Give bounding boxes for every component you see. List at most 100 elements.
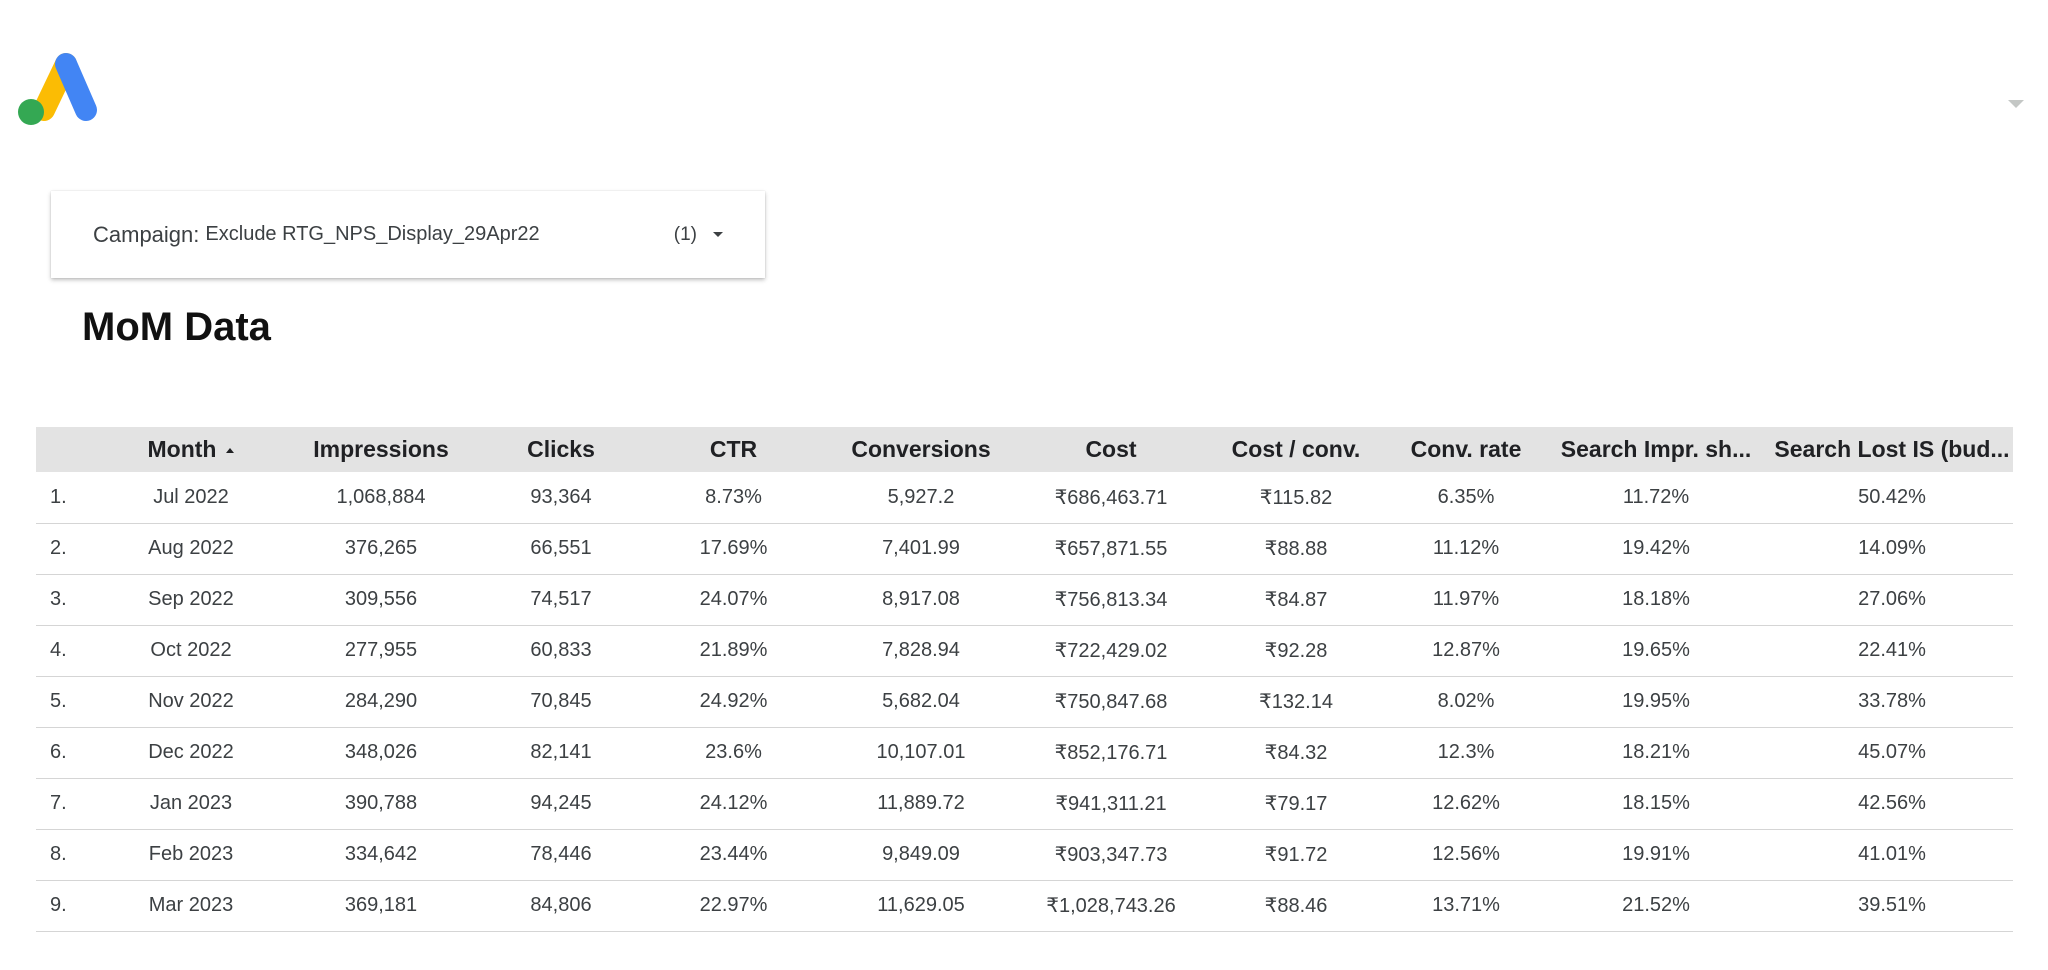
table-cell: 8,917.08 xyxy=(882,588,960,610)
table-cell: 11,629.05 xyxy=(877,894,965,916)
table-row[interactable]: 7. Jan 2023 390,788 94,245 24.12% 11,889.72 ₹9… xyxy=(36,778,2013,829)
table-cell: 22.97% xyxy=(699,894,768,916)
table-cell: 12.3% xyxy=(1437,741,1495,763)
table-cell: 21.89% xyxy=(699,639,768,661)
table-cell: 18.15% xyxy=(1622,792,1690,814)
campaign-filter-dropdown[interactable]: Campaign: Exclude RTG_NPS_Display_29Apr2… xyxy=(51,191,765,278)
table-cell: 22.41% xyxy=(1858,639,1926,661)
table-row[interactable]: 5. Nov 2022 284,290 70,845 24.92% 5,682.04 ₹75… xyxy=(36,676,2013,727)
table-cell: 17.69% xyxy=(699,537,768,559)
table-cell: 21.52% xyxy=(1622,894,1690,916)
table-cell: Feb 2023 xyxy=(148,843,234,865)
row-index: 6. xyxy=(50,741,67,763)
table-cell: 277,955 xyxy=(344,639,418,661)
table-cell: 93,364 xyxy=(530,485,592,508)
row-index: 5. xyxy=(50,690,67,712)
column-header[interactable]: Conv. rate xyxy=(1391,427,1541,472)
table-row[interactable]: 8. Feb 2023 334,642 78,446 23.44% 9,849.09 ₹90… xyxy=(36,829,2013,880)
table-cell: 18.18% xyxy=(1622,588,1690,610)
table-cell: ₹115.82 xyxy=(1259,486,1333,509)
table-cell: ₹91.72 xyxy=(1264,844,1328,866)
table-cell: 12.87% xyxy=(1432,639,1500,661)
table-cell: 39.51% xyxy=(1858,894,1926,916)
table-cell: 6.35% xyxy=(1437,485,1495,508)
table-cell: 23.44% xyxy=(699,843,768,865)
table-cell: ₹132.14 xyxy=(1259,691,1333,713)
table-cell: 369,181 xyxy=(344,894,418,916)
row-index: 9. xyxy=(50,894,67,916)
column-header[interactable]: Clicks xyxy=(476,427,646,472)
table-cell: 18.21% xyxy=(1622,741,1690,763)
table-cell: ₹1,028,743.26 xyxy=(1046,895,1176,917)
table-cell: ₹84.87 xyxy=(1264,589,1328,611)
table-cell: 45.07% xyxy=(1858,741,1926,763)
table-cell: ₹92.28 xyxy=(1264,640,1328,662)
table-row[interactable]: 3. Sep 2022 309,556 74,517 24.07% 8,917.08 ₹75… xyxy=(36,574,2013,625)
table-cell: 284,290 xyxy=(344,690,418,712)
table-cell: 11.12% xyxy=(1432,537,1500,559)
table-cell: 11.72% xyxy=(1622,485,1690,508)
table-cell: Jul 2022 xyxy=(153,485,229,508)
table-cell: ₹756,813.34 xyxy=(1054,589,1168,611)
column-header[interactable]: Search Lost IS (bud... xyxy=(1771,427,2013,472)
table-cell: 19.42% xyxy=(1622,537,1690,559)
mom-data-table: Month Impressions Clicks CTR Conversions Cost… xyxy=(36,427,2013,932)
column-header[interactable]: CTR xyxy=(646,427,821,472)
column-header[interactable] xyxy=(36,427,96,472)
column-header[interactable]: Conversions xyxy=(821,427,1021,472)
table-cell: 24.12% xyxy=(699,792,768,814)
table-body: 1. Jul 2022 1,068,884 93,364 8.73% 5,927.2 ₹68… xyxy=(36,472,2013,931)
column-header[interactable]: Cost xyxy=(1021,427,1201,472)
table-cell: ₹657,871.55 xyxy=(1054,538,1168,560)
column-header[interactable]: Search Impr. sh... xyxy=(1541,427,1771,472)
table-row[interactable]: 9. Mar 2023 369,181 84,806 22.97% 11,629.05 ₹1… xyxy=(36,880,2013,931)
table-cell: 94,245 xyxy=(530,792,592,814)
column-header[interactable]: Cost / conv. xyxy=(1201,427,1391,472)
google-ads-logo-icon xyxy=(18,53,97,125)
table-cell: 309,556 xyxy=(344,588,418,610)
page-title: MoM Data xyxy=(82,305,271,349)
table-cell: 12.56% xyxy=(1432,843,1500,865)
table-cell: 84,806 xyxy=(530,894,592,916)
row-index: 3. xyxy=(50,588,67,610)
table-cell: ₹88.46 xyxy=(1264,895,1328,917)
table-cell: 19.65% xyxy=(1622,639,1690,661)
row-index: 4. xyxy=(50,639,67,661)
table-row[interactable]: 2. Aug 2022 376,265 66,551 17.69% 7,401.99 ₹65… xyxy=(36,523,2013,574)
table-header-row: Month Impressions Clicks CTR Conversions Cost… xyxy=(36,427,2013,472)
table-cell: Nov 2022 xyxy=(148,690,234,712)
table-cell: Dec 2022 xyxy=(148,741,234,763)
row-index: 2. xyxy=(50,537,67,559)
table-cell: 10,107.01 xyxy=(876,741,966,763)
table-cell: 8.02% xyxy=(1437,690,1495,712)
table-cell: 376,265 xyxy=(344,537,418,559)
column-header[interactable]: Month xyxy=(96,427,286,472)
table-cell: 42.56% xyxy=(1858,792,1926,814)
table-row[interactable]: 6. Dec 2022 348,026 82,141 23.6% 10,107.01 ₹85… xyxy=(36,727,2013,778)
table-cell: 19.95% xyxy=(1622,690,1690,712)
table-cell: 13.71% xyxy=(1432,894,1500,916)
table-cell: 334,642 xyxy=(344,843,418,865)
table-cell: Oct 2022 xyxy=(150,639,232,661)
table-cell: Mar 2023 xyxy=(148,894,234,916)
table-cell: 7,401.99 xyxy=(882,537,960,559)
table-cell: 82,141 xyxy=(530,741,592,763)
table-cell: 5,682.04 xyxy=(882,690,960,712)
table-cell: 24.92% xyxy=(699,690,768,712)
table-cell: 9,849.09 xyxy=(882,843,960,865)
table-cell: 41.01% xyxy=(1858,843,1926,865)
table-row[interactable]: 1. Jul 2022 1,068,884 93,364 8.73% 5,927.2 ₹68… xyxy=(36,472,2013,523)
table-cell: 60,833 xyxy=(530,639,592,661)
table-row[interactable]: 4. Oct 2022 277,955 60,833 21.89% 7,828.94 ₹72… xyxy=(36,625,2013,676)
table-cell: Jan 2023 xyxy=(149,792,233,814)
column-header[interactable]: Impressions xyxy=(286,427,476,472)
table-cell: 33.78% xyxy=(1858,690,1926,712)
filter-value: Exclude RTG_NPS_Display_29Apr22 xyxy=(205,223,540,245)
table-cell: 27.06% xyxy=(1858,588,1926,610)
table-cell: 11.97% xyxy=(1432,588,1500,610)
sort-ascending-icon[interactable] xyxy=(226,448,235,454)
table-cell: 1,068,884 xyxy=(336,485,426,508)
caret-down-icon[interactable] xyxy=(713,232,723,237)
table-cell: 12.62% xyxy=(1432,792,1500,814)
caret-down-icon[interactable] xyxy=(2008,100,2024,108)
